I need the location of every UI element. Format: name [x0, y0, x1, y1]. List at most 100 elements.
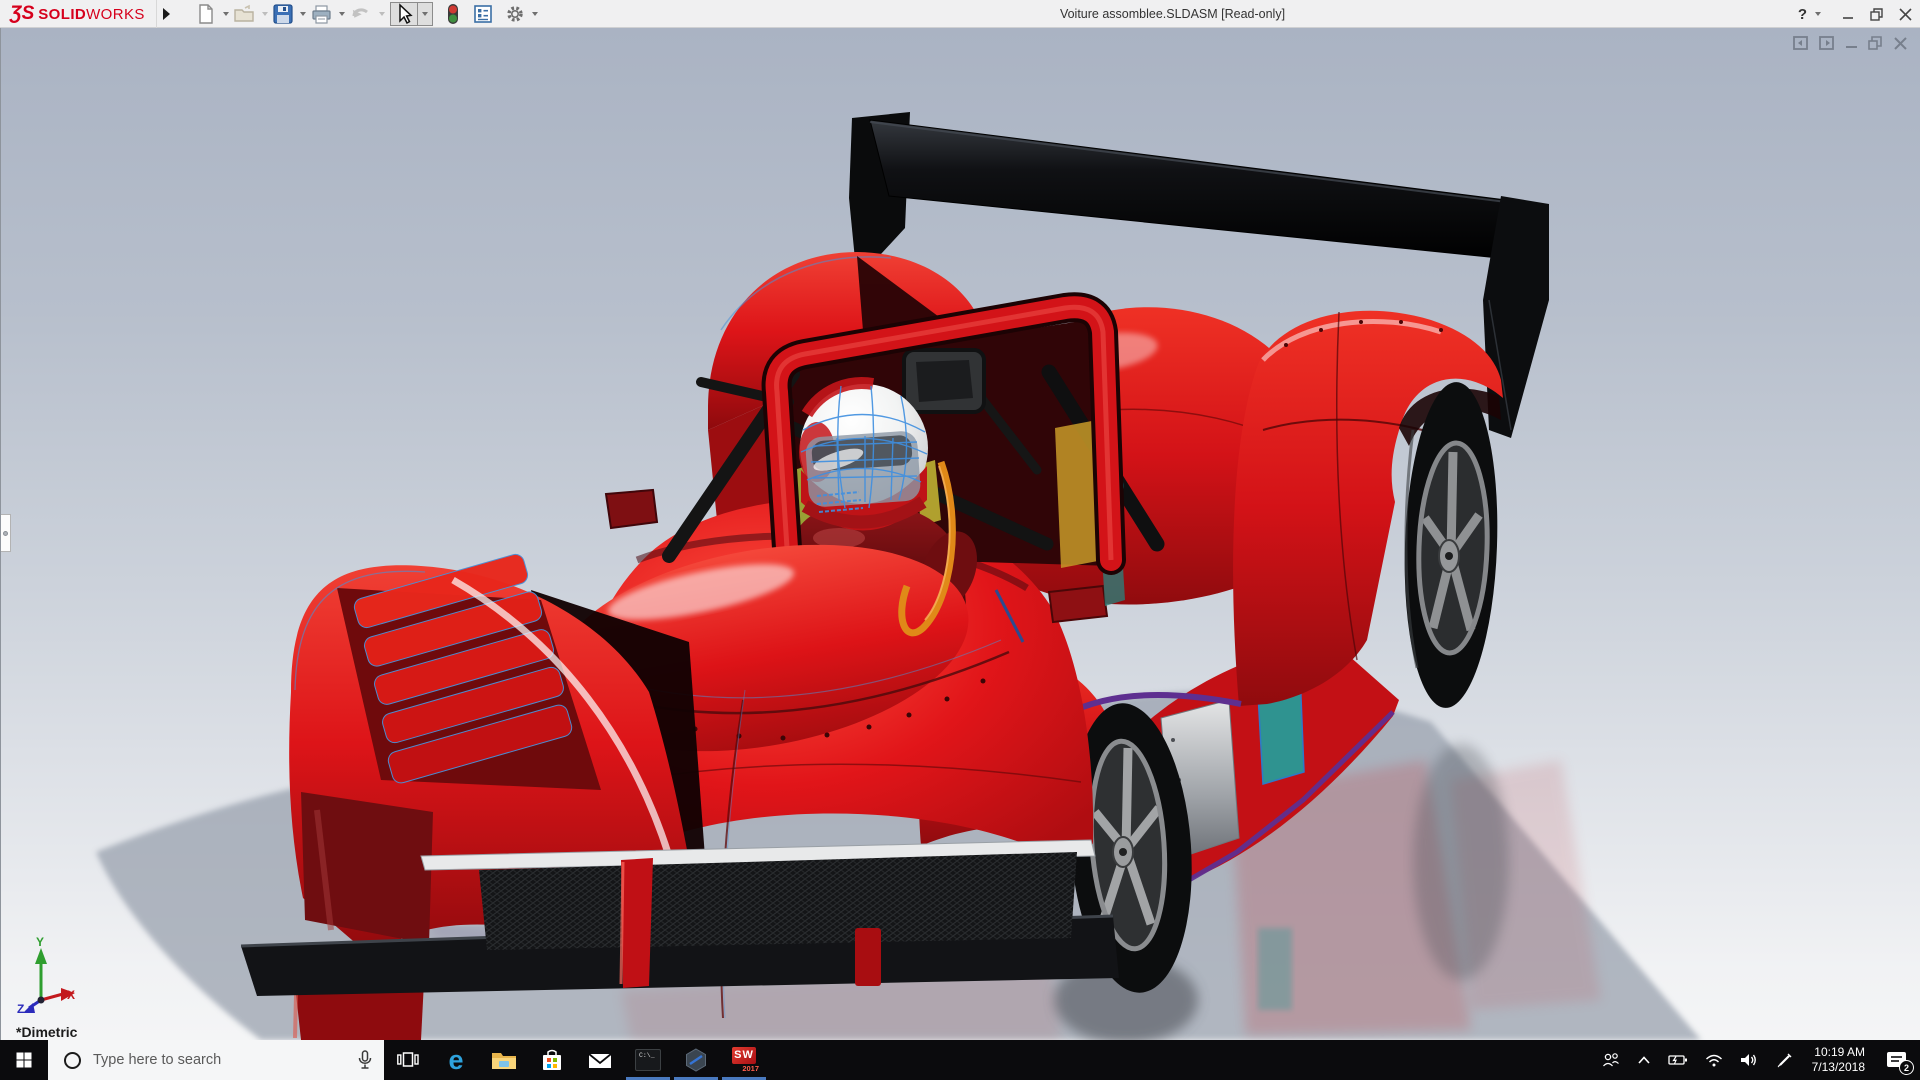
- wifi-icon[interactable]: [1705, 1053, 1723, 1067]
- search-placeholder: Type here to search: [93, 1052, 356, 1068]
- expand-pane-right-button[interactable]: [1819, 35, 1835, 51]
- cmd-prompt-text: C:\_: [639, 1052, 655, 1059]
- document-window-controls: [1793, 35, 1908, 51]
- save-icon: [273, 4, 293, 24]
- open-button[interactable]: [234, 4, 255, 24]
- wheel-reflection: [1413, 744, 1509, 980]
- print-dropdown-caret-icon[interactable]: [339, 12, 345, 16]
- solidworks-2017-icon: SW 2017: [731, 1047, 757, 1073]
- select-dropdown-caret-icon: [422, 12, 428, 16]
- rebuild-button[interactable]: [445, 3, 461, 25]
- hub-center: [1119, 848, 1127, 856]
- taskbar-app-store[interactable]: [528, 1040, 576, 1080]
- doc-minimize-button[interactable]: [1845, 35, 1858, 51]
- new-dropdown-caret-icon[interactable]: [223, 12, 229, 16]
- options-dropdown-caret-icon[interactable]: [532, 12, 538, 16]
- collapse-pane-left-button[interactable]: [1793, 35, 1809, 51]
- taskbar-app-composer[interactable]: [672, 1040, 720, 1080]
- windows-logo-icon: [16, 1052, 32, 1068]
- select-tool-button[interactable]: [390, 2, 418, 26]
- model-canvas[interactable]: Y X Z *Dimetric: [1, 28, 1920, 1040]
- undo-button[interactable]: [350, 4, 372, 24]
- taskbar-app-mail[interactable]: [576, 1040, 624, 1080]
- open-dropdown-caret-icon[interactable]: [262, 12, 268, 16]
- restore-button[interactable]: [1870, 8, 1883, 21]
- rivet: [1171, 738, 1175, 742]
- sw-year: 2017: [742, 1064, 759, 1073]
- minimize-button[interactable]: [1842, 8, 1854, 20]
- action-center-button[interactable]: 2: [1884, 1047, 1910, 1073]
- mail-icon: [587, 1050, 613, 1070]
- undo-dropdown-caret-icon[interactable]: [379, 12, 385, 16]
- microphone-icon[interactable]: [356, 1050, 374, 1070]
- file-explorer-icon: [491, 1049, 517, 1071]
- window-title: Voiture assomblee.SLDASM [Read-only]: [1000, 0, 1345, 28]
- solidworks-logo-glyph: ƷS: [10, 3, 34, 25]
- wing-main-plane: [870, 120, 1538, 262]
- center-mirror: [904, 350, 984, 412]
- print-button[interactable]: [311, 4, 332, 24]
- taskbar-app-file-explorer[interactable]: [480, 1040, 528, 1080]
- close-button[interactable]: [1899, 8, 1912, 21]
- display-settings-button[interactable]: [473, 4, 493, 24]
- triad-origin: [38, 997, 45, 1004]
- task-view-icon: [397, 1050, 419, 1070]
- y-axis-arrow: [35, 948, 47, 964]
- divider: [156, 0, 157, 28]
- select-dropdown-caret-button[interactable]: [418, 2, 433, 26]
- command-prompt-icon: C:\_: [635, 1049, 661, 1071]
- options-gear-icon: [505, 4, 525, 24]
- view-orientation-label: *Dimetric: [16, 1024, 78, 1040]
- splitter-grip-icon: [3, 531, 8, 536]
- start-button[interactable]: [0, 1040, 48, 1080]
- quick-access-toolbar: [196, 0, 543, 28]
- battery-charging-icon[interactable]: [1668, 1053, 1688, 1067]
- taskbar-app-command-prompt[interactable]: C:\_: [624, 1040, 672, 1080]
- new-document-button[interactable]: [196, 4, 216, 24]
- feature-panel-splitter-tab[interactable]: [1, 514, 11, 552]
- z-axis-arrow: [23, 1003, 35, 1013]
- volume-icon[interactable]: [1740, 1052, 1759, 1068]
- help-dropdown-caret-icon[interactable]: [1815, 12, 1821, 16]
- display-settings-icon: [473, 4, 493, 24]
- people-icon[interactable]: [1602, 1052, 1620, 1068]
- clock-time: 10:19 AM: [1812, 1045, 1865, 1060]
- save-dropdown-caret-icon[interactable]: [300, 12, 306, 16]
- print-icon: [311, 4, 332, 24]
- undo-icon: [350, 4, 372, 24]
- taskbar-app-solidworks[interactable]: SW 2017: [720, 1040, 768, 1080]
- solidworks-window: ƷSSOLIDWORKS: [0, 0, 1920, 1080]
- doc-close-button[interactable]: [1893, 35, 1908, 51]
- right-mirror: [1049, 586, 1107, 622]
- left-mirror: [606, 490, 657, 528]
- hexagon-app-icon: [683, 1047, 709, 1073]
- system-tray: 10:19 AM 7/13/2018 2: [1602, 1045, 1920, 1075]
- help-button[interactable]: ?: [1798, 6, 1807, 23]
- task-view-button[interactable]: [384, 1040, 432, 1080]
- open-icon: [234, 4, 255, 24]
- hub-center: [1445, 552, 1453, 560]
- notification-badge: 2: [1899, 1060, 1914, 1075]
- grille-post: [855, 928, 881, 986]
- doc-restore-button[interactable]: [1868, 35, 1883, 51]
- driver-helmet[interactable]: [799, 383, 928, 530]
- windows-ink-pen-icon[interactable]: [1776, 1052, 1793, 1069]
- select-cursor-icon: [394, 3, 414, 25]
- y-axis-label: Y: [36, 935, 44, 949]
- x-axis-label: X: [67, 988, 75, 1002]
- clock-date: 7/13/2018: [1812, 1060, 1865, 1075]
- title-bar: ƷSSOLIDWORKS: [0, 0, 1920, 28]
- options-button[interactable]: [505, 4, 525, 24]
- center-pillar: [621, 858, 653, 988]
- store-icon: [540, 1048, 564, 1072]
- graphics-viewport[interactable]: Y X Z *Dimetric: [0, 28, 1920, 1040]
- menu-flyout-arrow-icon[interactable]: [163, 8, 170, 20]
- taskbar-search-input[interactable]: Type here to search: [48, 1040, 384, 1080]
- sw-letters: SW: [732, 1047, 756, 1064]
- new-document-icon: [196, 4, 216, 24]
- tray-chevron-up-icon[interactable]: [1637, 1055, 1651, 1065]
- taskbar-app-edge[interactable]: e: [432, 1040, 480, 1080]
- z-axis-label: Z: [17, 1002, 24, 1016]
- save-button[interactable]: [273, 4, 293, 24]
- tray-clock[interactable]: 10:19 AM 7/13/2018: [1812, 1045, 1865, 1075]
